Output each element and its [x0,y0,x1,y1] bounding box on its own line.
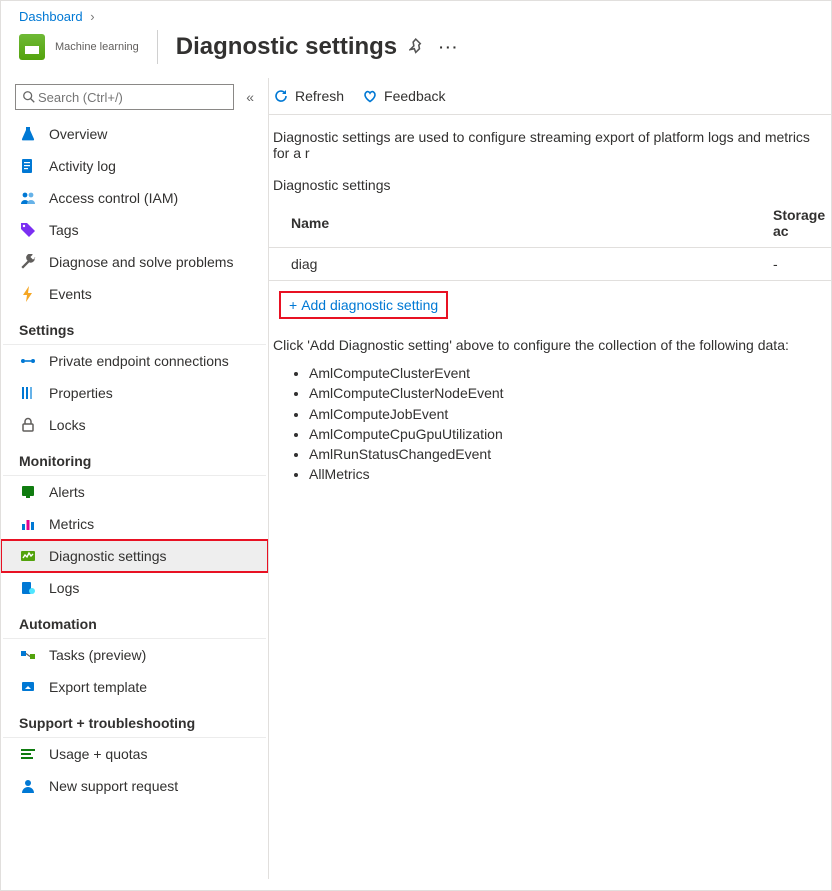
row-name-cell: diag [269,248,751,280]
feedback-label: Feedback [384,88,445,104]
sidebar-item-diagnose[interactable]: Diagnose and solve problems [1,246,268,278]
sidebar-item-label: New support request [49,778,178,794]
wrench-icon [19,253,37,271]
list-item: AmlComputeClusterEvent [309,363,831,383]
sidebar-item-metrics[interactable]: Metrics [1,508,268,540]
quota-icon [19,745,37,763]
heart-icon [362,88,378,104]
feedback-button[interactable]: Feedback [362,88,445,104]
chevron-right-icon: › [86,9,98,24]
sidebar-item-locks[interactable]: Locks [1,409,268,441]
description-text: Diagnostic settings are used to configur… [269,115,831,173]
add-diagnostic-setting-link[interactable]: + Add diagnostic setting [279,291,448,319]
plus-icon: + [289,297,297,313]
people-icon [19,189,37,207]
list-item: AmlComputeClusterNodeEvent [309,383,831,403]
column-name-header: Name [269,207,751,239]
table-row[interactable]: diag - [269,248,831,281]
page-header: Machine learning Diagnostic settings ··· [1,24,831,78]
diagnostic-settings-table: Name Storage ac diag - + Add diagnostic … [269,199,831,319]
sidebar-section-settings: Settings [3,310,266,345]
list-item: AmlComputeCpuGpuUtilization [309,424,831,444]
sidebar-section-support: Support + troubleshooting [3,703,266,738]
sidebar-item-label: Logs [49,580,79,596]
lock-icon [19,416,37,434]
tag-icon [19,221,37,239]
list-item: AmlComputeJobEvent [309,404,831,424]
sidebar-item-diagnostic-settings[interactable]: Diagnostic settings [1,540,268,572]
sidebar-item-new-support-request[interactable]: New support request [1,770,268,802]
sidebar-item-access-control[interactable]: Access control (IAM) [1,182,268,214]
search-icon [22,90,36,104]
sidebar-item-label: Alerts [49,484,85,500]
lightning-icon [19,285,37,303]
sidebar-item-label: Locks [49,417,86,433]
refresh-button[interactable]: Refresh [273,88,344,104]
diagnostic-icon [19,547,37,565]
refresh-label: Refresh [295,88,344,104]
sidebar-item-label: Diagnostic settings [49,548,167,564]
search-input[interactable] [15,84,234,110]
tasks-icon [19,646,37,664]
sidebar-item-events[interactable]: Events [1,278,268,310]
logs-icon [19,579,37,597]
pin-icon[interactable] [409,38,427,56]
sidebar-item-label: Private endpoint connections [49,353,229,369]
list-item: AmlRunStatusChangedEvent [309,444,831,464]
sidebar-item-label: Activity log [49,158,116,174]
sidebar-item-label: Usage + quotas [49,746,147,762]
sidebar-item-label: Export template [49,679,147,695]
export-icon [19,678,37,696]
sidebar-item-tasks[interactable]: Tasks (preview) [1,639,268,671]
alert-icon [19,483,37,501]
metrics-icon [19,515,37,533]
add-diagnostic-label: Add diagnostic setting [301,297,438,313]
flask-icon [19,125,37,143]
sidebar-section-automation: Automation [3,604,266,639]
sidebar-item-label: Overview [49,126,107,142]
table-header-row: Name Storage ac [269,199,831,248]
data-categories-list: AmlComputeClusterEvent AmlComputeCluster… [269,363,831,485]
sidebar-item-usage-quotas[interactable]: Usage + quotas [1,738,268,770]
sidebar-item-activity-log[interactable]: Activity log [1,150,268,182]
sidebar-item-overview[interactable]: Overview [1,118,268,150]
more-icon[interactable]: ··· [439,39,459,55]
resource-icon [19,34,45,60]
toolbar: Refresh Feedback [269,78,831,115]
properties-icon [19,384,37,402]
list-item: AllMetrics [309,464,831,484]
main-content: Refresh Feedback Diagnostic settings are… [269,78,831,879]
breadcrumb-dashboard-link[interactable]: Dashboard [19,9,83,24]
refresh-icon [273,88,289,104]
sidebar-item-label: Tasks (preview) [49,647,146,663]
divider [157,30,158,64]
page-title: Diagnostic settings [176,33,397,61]
support-icon [19,777,37,795]
sidebar-item-tags[interactable]: Tags [1,214,268,246]
hint-text: Click 'Add Diagnostic setting' above to … [269,319,831,359]
sidebar-item-alerts[interactable]: Alerts [1,476,268,508]
sidebar-item-label: Events [49,286,92,302]
sidebar-item-private-endpoint[interactable]: Private endpoint connections [1,345,268,377]
collapse-sidebar-icon[interactable]: « [246,89,254,105]
sidebar-item-export-template[interactable]: Export template [1,671,268,703]
sidebar: « Overview Activity log Access control (… [1,78,269,879]
sidebar-item-label: Diagnose and solve problems [49,254,233,270]
row-storage-cell: - [751,248,831,280]
sidebar-item-label: Metrics [49,516,94,532]
endpoint-icon [19,352,37,370]
sidebar-section-monitoring: Monitoring [3,441,266,476]
sidebar-item-logs[interactable]: Logs [1,572,268,604]
search-field[interactable] [36,89,227,106]
resource-type-label: Machine learning [55,41,139,53]
sidebar-item-label: Tags [49,222,79,238]
sidebar-item-properties[interactable]: Properties [1,377,268,409]
table-caption: Diagnostic settings [269,173,831,199]
column-storage-header: Storage ac [751,199,831,247]
sidebar-item-label: Access control (IAM) [49,190,178,206]
log-icon [19,157,37,175]
breadcrumb: Dashboard › [1,1,831,24]
sidebar-item-label: Properties [49,385,113,401]
